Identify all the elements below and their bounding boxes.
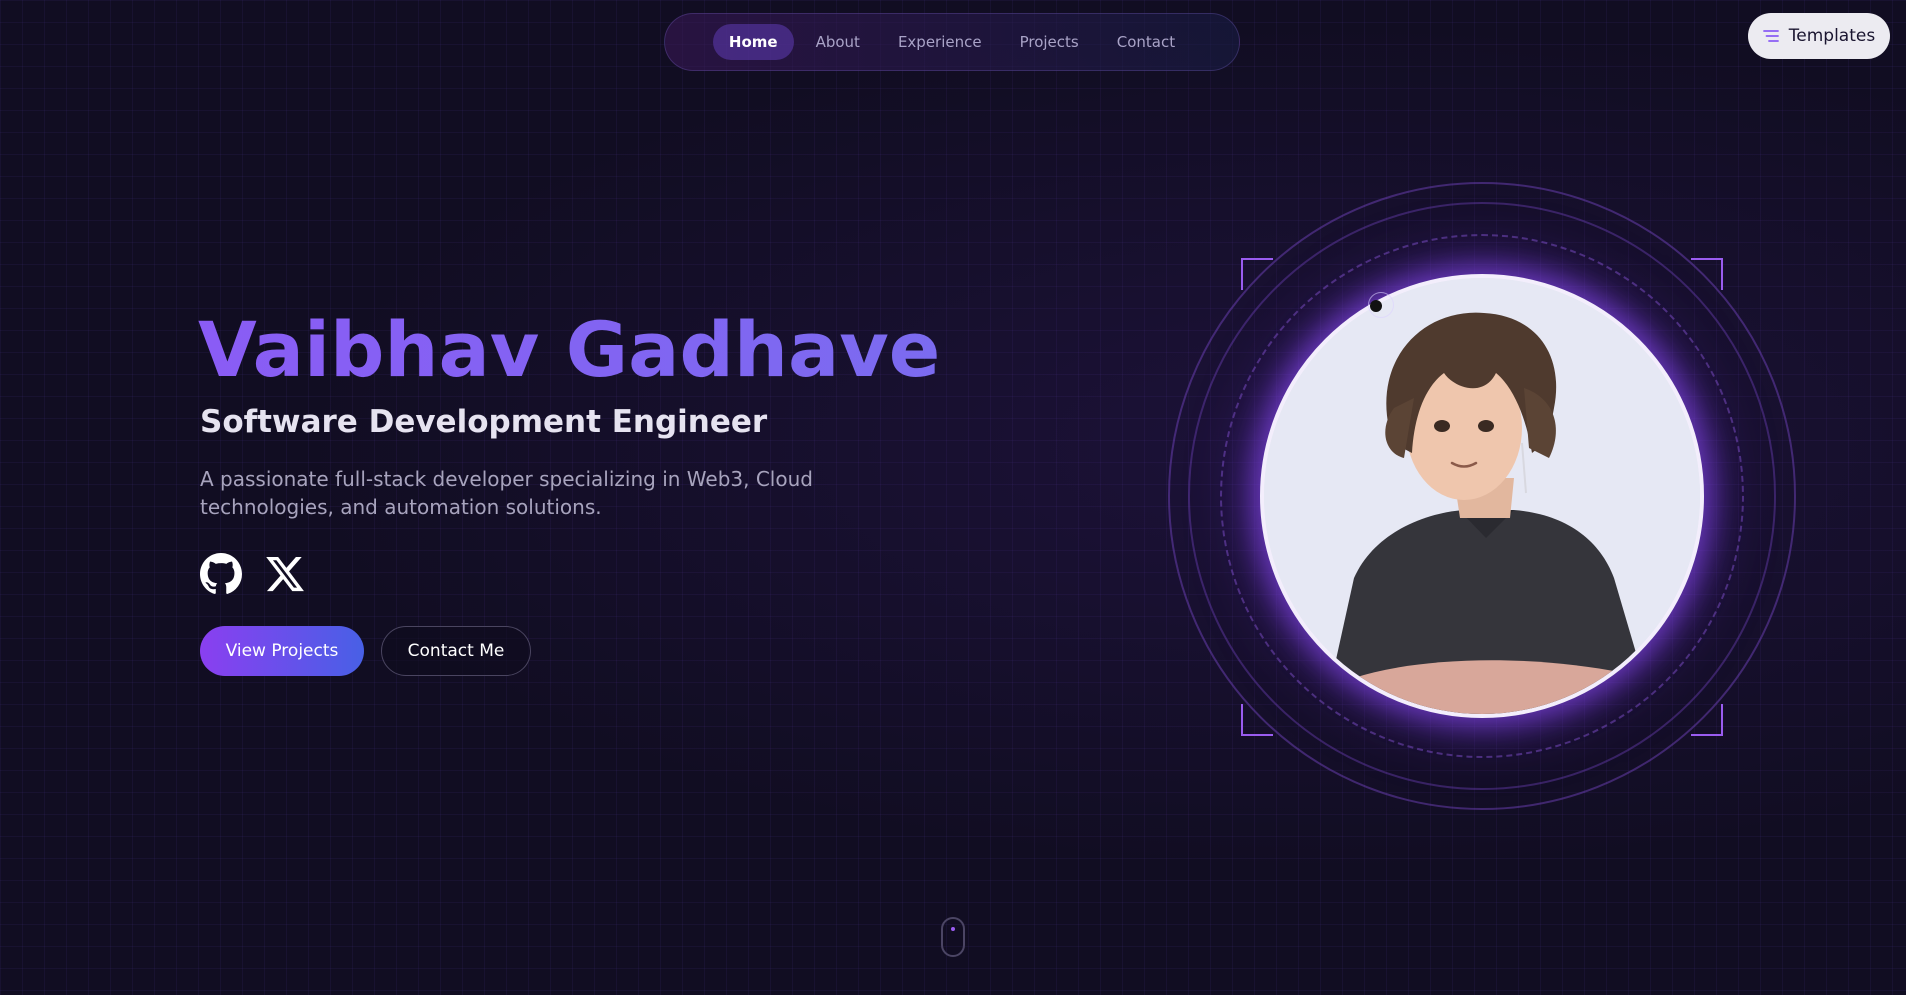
- corner-bracket-top-right: [1691, 258, 1723, 290]
- view-projects-button[interactable]: View Projects: [200, 626, 364, 676]
- top-nav: Home About Experience Projects Contact: [664, 13, 1240, 71]
- nav-item-projects[interactable]: Projects: [1004, 24, 1095, 60]
- hero-description: A passionate full-stack developer specia…: [200, 467, 813, 519]
- templates-button-label: Templates: [1788, 26, 1876, 46]
- hero-name: Vaibhav Gadhave: [198, 305, 941, 394]
- x-twitter-icon[interactable]: [264, 553, 306, 595]
- hero-role: Software Development Engineer: [200, 404, 768, 440]
- hero-actions: View Projects Contact Me: [200, 626, 531, 676]
- scroll-down-indicator[interactable]: [941, 917, 965, 957]
- portrait-frame: [1168, 182, 1796, 810]
- avatar: [1260, 274, 1704, 718]
- menu-lines-icon: [1762, 29, 1779, 43]
- github-icon[interactable]: [200, 553, 242, 595]
- social-links: [200, 553, 306, 595]
- anime-avatar-illustration: [1264, 278, 1700, 714]
- corner-bracket-bottom-right: [1691, 704, 1723, 736]
- orbit-dot: [1368, 292, 1394, 318]
- corner-bracket-bottom-left: [1241, 704, 1273, 736]
- nav-item-home[interactable]: Home: [712, 24, 794, 60]
- nav-item-experience[interactable]: Experience: [882, 24, 998, 60]
- contact-me-button[interactable]: Contact Me: [381, 626, 531, 676]
- corner-bracket-top-left: [1241, 258, 1273, 290]
- nav-item-about[interactable]: About: [800, 24, 876, 60]
- scroll-wheel-dot: [951, 927, 955, 931]
- templates-button[interactable]: Templates: [1748, 13, 1890, 59]
- nav-item-contact[interactable]: Contact: [1101, 24, 1191, 60]
